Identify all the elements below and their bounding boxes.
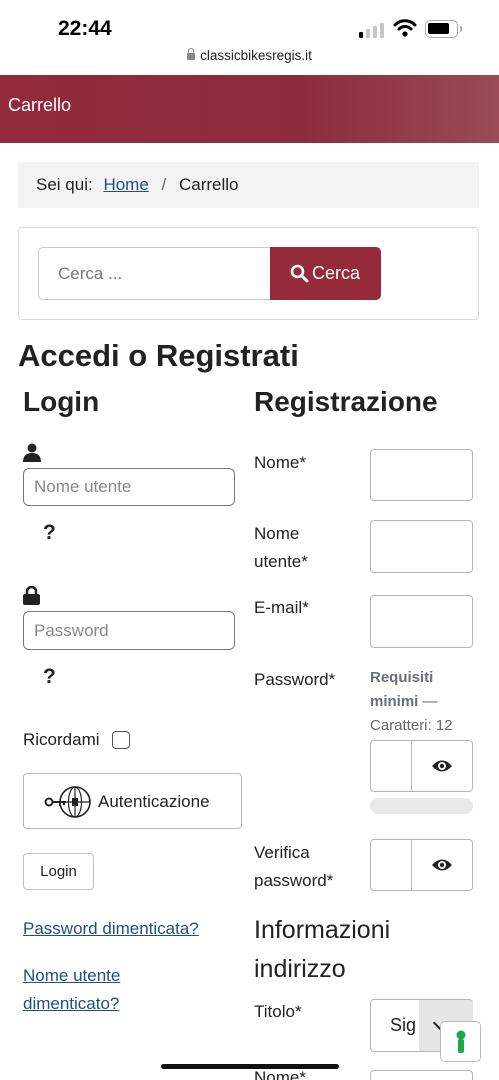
search-button[interactable]: Cerca — [270, 247, 381, 300]
authentication-label: Autenticazione — [98, 792, 210, 811]
username-input[interactable]: Nome utente — [23, 468, 235, 506]
login-button[interactable]: Login — [23, 853, 94, 890]
next-field-label: Nome* — [254, 1068, 306, 1080]
page-title: Accedi o Registrati — [18, 338, 299, 373]
forgot-username-link-line2[interactable]: dimenticato? — [23, 990, 119, 1018]
username-help-icon[interactable]: ? — [43, 521, 56, 545]
remember-label: Ricordami — [23, 730, 100, 749]
lock-icon — [187, 48, 196, 60]
wifi-icon — [393, 19, 417, 37]
user-icon — [23, 443, 41, 462]
url-text: classicbikesregis.it — [200, 48, 312, 63]
accessibility-button[interactable] — [440, 1021, 481, 1062]
breadcrumb-home-link[interactable]: Home — [103, 175, 148, 194]
requirements-chars: Caratteri: 12 — [370, 717, 453, 734]
verify-password-input[interactable] — [370, 839, 473, 891]
remember-checkbox[interactable] — [112, 731, 130, 749]
name-label: Nome* — [254, 453, 306, 472]
reg-password-input[interactable] — [370, 740, 473, 792]
registration-heading: Registrazione — [254, 386, 438, 417]
accessibility-icon — [456, 1030, 466, 1053]
requirements-title-1: Requisiti — [370, 669, 434, 686]
key-globe-icon — [44, 786, 91, 818]
name-input[interactable] — [370, 449, 473, 501]
authentication-button[interactable]: Autenticazione — [23, 773, 242, 829]
eye-icon[interactable] — [431, 758, 453, 774]
login-heading: Login — [23, 386, 100, 417]
search-input[interactable]: Cerca ... — [38, 247, 271, 300]
email-input[interactable] — [370, 595, 473, 648]
password-requirements: Requisiti minimi — Caratteri: 12 — [370, 666, 480, 738]
email-label: E-mail* — [254, 598, 309, 617]
breadcrumb-prefix: Sei qui: — [36, 175, 93, 194]
title-select-value: Sig — [390, 1015, 417, 1035]
search-icon — [290, 264, 309, 283]
requirements-title-2: minimi — [370, 693, 419, 710]
breadcrumb: Sei qui: Home / Carrello — [18, 162, 479, 208]
breadcrumb-separator: / — [161, 175, 167, 194]
battery-icon — [425, 20, 462, 38]
eye-icon[interactable] — [431, 857, 453, 873]
reg-password-label: Password* — [254, 670, 336, 689]
padlock-icon — [23, 586, 40, 605]
page-header: Carrello — [0, 75, 499, 143]
home-indicator — [161, 1064, 339, 1069]
cellular-signal-icon — [359, 22, 385, 38]
search-module: Cerca ... Cerca — [18, 227, 479, 320]
password-input[interactable]: Password — [23, 611, 235, 650]
password-strength-meter — [370, 798, 473, 814]
verify-password-label-line1: Verifica — [254, 843, 310, 862]
next-field-input[interactable] — [370, 1070, 473, 1080]
status-time: 22:44 — [58, 17, 112, 40]
verify-password-label-line2: password* — [254, 871, 334, 890]
address-heading-line2: indirizzo — [254, 955, 346, 983]
address-bar[interactable]: classicbikesregis.it — [0, 48, 499, 63]
address-heading-line1: Informazioni — [254, 916, 391, 944]
header-title: Carrello — [8, 95, 72, 115]
reg-username-label-line1: Nome — [254, 524, 300, 543]
reg-username-input[interactable] — [370, 520, 473, 573]
requirements-dash: — — [418, 693, 438, 710]
title-label: Titolo* — [254, 1002, 302, 1021]
forgot-password-link[interactable]: Password dimenticata? — [23, 915, 199, 943]
password-help-icon[interactable]: ? — [43, 665, 56, 689]
search-button-label: Cerca — [312, 263, 361, 283]
reg-username-label-line2: utente* — [254, 552, 308, 571]
breadcrumb-current: Carrello — [179, 175, 239, 194]
status-bar: 22:44 classicbikesregis.it — [0, 0, 499, 75]
forgot-username-link-line1[interactable]: Nome utente — [23, 962, 120, 990]
